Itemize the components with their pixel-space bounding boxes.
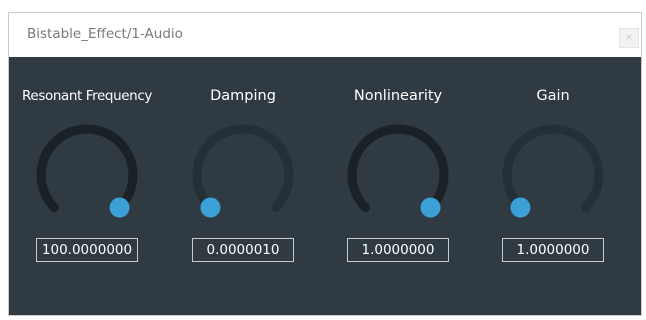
window-title: Bistable_Effect/1-Audio (27, 26, 183, 42)
knob-resonant-frequency[interactable] (31, 119, 143, 231)
knob-group-gain: Gain 1.0000000 (475, 57, 631, 315)
value-field-damping[interactable]: 0.0000010 (192, 238, 294, 262)
knob-group-damping: Damping 0.0000010 (165, 57, 321, 315)
value-field-nonlinearity[interactable]: 1.0000000 (347, 238, 449, 262)
knob-track (192, 124, 294, 213)
knob-handle[interactable] (420, 197, 441, 218)
knob-label-resonant-frequency: Resonant Frequency (22, 88, 152, 104)
controls-panel: Resonant Frequency 100.0000000 Damping 0… (9, 57, 641, 315)
knob-gain[interactable] (497, 119, 609, 231)
knob-value-arc (36, 124, 138, 213)
value-field-resonant-frequency[interactable]: 100.0000000 (36, 238, 138, 262)
knob-handle[interactable] (109, 197, 130, 218)
value-field-gain[interactable]: 1.0000000 (502, 238, 604, 262)
knob-label-nonlinearity: Nonlinearity (353, 88, 443, 104)
knob-group-nonlinearity: Nonlinearity 1.0000000 (320, 57, 476, 315)
knob-track (502, 124, 604, 213)
knob-damping[interactable] (187, 119, 299, 231)
knob-label-gain: Gain (536, 88, 570, 104)
knob-label-damping: Damping (210, 88, 276, 104)
title-bar[interactable]: Bistable_Effect/1-Audio × (9, 13, 641, 57)
knob-value-arc (347, 124, 449, 213)
knob-group-resonant-frequency: Resonant Frequency 100.0000000 (9, 57, 165, 315)
knob-handle[interactable] (510, 197, 531, 218)
close-button[interactable]: × (619, 28, 639, 48)
knob-nonlinearity[interactable] (342, 119, 454, 231)
close-icon: × (625, 33, 633, 43)
plugin-window: Bistable_Effect/1-Audio × Resonant Frequ… (8, 12, 642, 316)
knob-handle[interactable] (200, 197, 221, 218)
